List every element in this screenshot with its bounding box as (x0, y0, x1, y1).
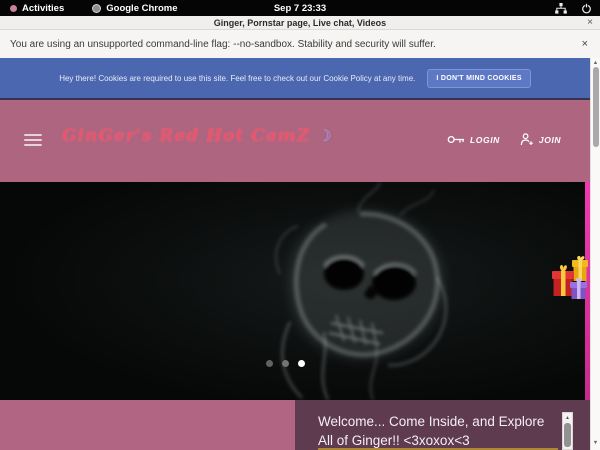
chrome-infobar: You are using an unsupported command-lin… (0, 30, 600, 58)
welcome-scroll-up-icon[interactable]: ▲ (563, 413, 572, 422)
carousel-dot-3[interactable] (298, 360, 305, 367)
login-button[interactable]: LOGIN (447, 134, 500, 145)
power-icon[interactable] (581, 3, 592, 14)
hero-carousel (0, 182, 590, 400)
network-icon[interactable] (555, 3, 567, 14)
person-plus-icon (520, 133, 534, 146)
infobar-message: You are using an unsupported command-lin… (10, 39, 436, 50)
carousel-dot-1[interactable] (266, 360, 273, 367)
infobar-close-icon[interactable]: × (582, 38, 588, 50)
site-header: GinGer's Red Hot CamZ ☽ LOGIN (0, 102, 590, 182)
window-close-icon[interactable]: × (587, 17, 593, 28)
welcome-text: Welcome... Come Inside, and Explore All … (318, 413, 558, 450)
cookie-banner: Hey there! Cookies are required to use t… (0, 58, 590, 100)
welcome-scrollbar-thumb[interactable] (564, 423, 571, 447)
cookie-message: Hey there! Cookies are required to use t… (59, 74, 415, 83)
site-logo[interactable]: GinGer's Red Hot CamZ ☽ (62, 126, 332, 146)
welcome-box: Welcome... Come Inside, and Explore All … (295, 400, 590, 450)
window-title-bar: Ginger, Pornstar page, Live chat, Videos… (0, 16, 600, 30)
cookie-accept-button[interactable]: I DON'T MIND COOKIES (427, 69, 530, 88)
page-viewport: Hey there! Cookies are required to use t… (0, 58, 590, 450)
logo-text: GinGer's Red Hot CamZ (62, 126, 310, 146)
join-button[interactable]: JOIN (520, 133, 561, 146)
main-scrollbar-thumb[interactable] (593, 67, 599, 147)
login-label: LOGIN (470, 135, 500, 145)
join-label: JOIN (539, 135, 561, 145)
gift-boxes-icon (551, 254, 590, 302)
gnome-top-bar: Activities Google Chrome Sep 7 23:33 (0, 0, 600, 16)
hamburger-menu-icon[interactable] (24, 134, 42, 146)
crescent-moon-icon: ☽ (317, 126, 331, 146)
carousel-dots (266, 360, 305, 367)
scroll-down-icon[interactable]: ▼ (591, 438, 600, 448)
key-icon (447, 134, 465, 145)
hero-smoke-skull-image (0, 182, 590, 400)
welcome-scrollbar[interactable]: ▲ (562, 412, 573, 450)
clock[interactable]: Sep 7 23:33 (0, 3, 600, 14)
gifts-widget[interactable] (551, 254, 590, 302)
screen: Activities Google Chrome Sep 7 23:33 (0, 0, 600, 450)
window-title: Ginger, Pornstar page, Live chat, Videos (214, 18, 386, 28)
main-scrollbar[interactable]: ▲ ▼ (590, 58, 600, 450)
carousel-dot-2[interactable] (282, 360, 289, 367)
